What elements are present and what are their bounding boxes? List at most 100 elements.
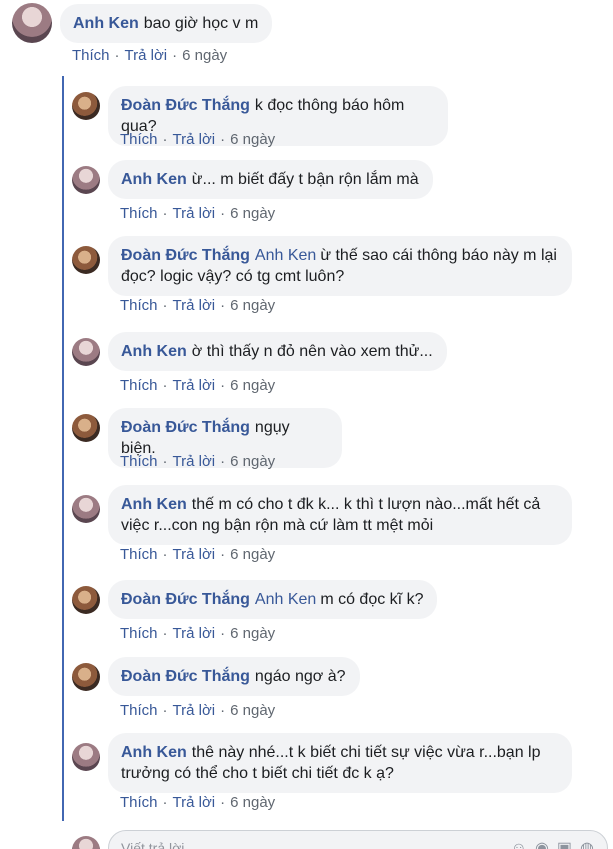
comment-bubble: Anh Ken bao giờ học v m [60,4,273,43]
reply-comment: Anh Ken ừ... m biết đấy t bận rộn lắm mà T… [72,160,592,230]
timestamp[interactable]: 6 ngày [230,131,275,148]
separator: · [162,377,168,394]
avatar[interactable] [72,246,100,274]
sticker-icon[interactable]: ◍ [580,840,602,849]
separator: · [162,625,168,642]
avatar[interactable] [72,743,100,771]
comment-text: ờ thì thấy n đỏ nên vào xem thử... [191,343,433,360]
mention-link[interactable]: Anh Ken [255,247,316,264]
timestamp[interactable]: 6 ngày [230,625,275,642]
like-link[interactable]: Thích [120,625,158,642]
comment-actions: Thích · Trả lời · 6 ngày [120,377,275,395]
reply-comment: Đoàn Đức Thắng ngáo ngơ à? Thích · Trả lời · 6… [72,657,592,727]
comment-actions: Thích · Trả lời · 6 ngày [120,702,275,720]
comment-author[interactable]: Anh Ken [121,171,187,188]
comment-author[interactable]: Đoàn Đức Thắng [121,591,250,608]
avatar[interactable] [12,3,52,43]
avatar[interactable] [72,338,100,366]
reply-link[interactable]: Trả lời [125,47,168,64]
timestamp[interactable]: 6 ngày [230,794,275,811]
reply-link[interactable]: Trả lời [173,702,216,719]
like-link[interactable]: Thích [120,205,158,222]
timestamp[interactable]: 6 ngày [230,205,275,222]
separator: · [220,377,226,394]
avatar [72,836,100,849]
comment-author[interactable]: Đoàn Đức Thắng [121,97,250,114]
reply-thread-line [62,76,64,821]
avatar[interactable] [72,166,100,194]
timestamp[interactable]: 6 ngày [230,377,275,394]
comment-actions: Thích · Trả lời · 6 ngày [120,625,275,643]
reply-link[interactable]: Trả lời [173,625,216,642]
comment-actions: Thích · Trả lời · 6 ngày [120,205,275,223]
reply-link[interactable]: Trả lời [173,131,216,148]
comment-text: m có đọc kĩ k? [320,591,424,608]
top-comment: Anh Ken bao giờ học v m Thích · Trả lời · 6 n… [12,3,612,73]
composer-icons: ☺◉▣◍ [511,838,602,849]
mention-link[interactable]: Anh Ken [255,591,316,608]
separator: · [162,453,168,470]
comment-text: ngáo ngơ à? [254,668,346,685]
like-link[interactable]: Thích [120,702,158,719]
separator: · [220,625,226,642]
reply-comment: Đoàn Đức Thắng ngụy biện. Thích · Trả lời · 6 … [72,408,592,478]
comment-bubble: Anh Ken ờ thì thấy n đỏ nên vào xem thử..… [108,332,447,371]
separator: · [162,702,168,719]
comment-author[interactable]: Anh Ken [121,496,187,513]
avatar[interactable] [72,663,100,691]
separator: · [220,297,226,314]
timestamp[interactable]: 6 ngày [230,702,275,719]
timestamp[interactable]: 6 ngày [230,453,275,470]
reply-link[interactable]: Trả lời [173,794,216,811]
separator: · [162,297,168,314]
reply-link[interactable]: Trả lời [173,377,216,394]
reply-comment: Đoàn Đức Thắng Anh Ken m có đọc kĩ k? Thích… [72,580,592,650]
comment-author[interactable]: Đoàn Đức Thắng [121,419,250,436]
camera-icon[interactable]: ◉ [535,840,557,849]
separator: · [114,47,120,64]
reply-comment: Anh Ken ờ thì thấy n đỏ nên vào xem thử..… [72,332,592,402]
comment-actions: Thích · Trả lời · 6 ngày [120,131,275,149]
like-link[interactable]: Thích [120,546,158,563]
emoji-icon[interactable]: ☺ [511,840,535,849]
comment-author[interactable]: Anh Ken [121,744,187,761]
comment-actions: Thích · Trả lời · 6 ngày [120,546,275,564]
separator: · [172,47,178,64]
avatar[interactable] [72,586,100,614]
reply-link[interactable]: Trả lời [173,453,216,470]
like-link[interactable]: Thích [120,377,158,394]
comment-author[interactable]: Anh Ken [73,15,139,32]
timestamp[interactable]: 6 ngày [230,546,275,563]
gif-icon[interactable]: ▣ [557,840,580,849]
comment-author[interactable]: Đoàn Đức Thắng [121,247,250,264]
reply-comment: Anh Ken thế m có cho t đk k... k thì t lư… [72,485,592,571]
like-link[interactable]: Thích [72,47,110,64]
avatar[interactable] [72,414,100,442]
reply-link[interactable]: Trả lời [173,205,216,222]
timestamp[interactable]: 6 ngày [230,297,275,314]
comment-actions: Thích · Trả lời · 6 ngày [120,794,275,812]
timestamp[interactable]: 6 ngày [182,47,227,64]
reply-comment: Đoàn Đức Thắng Anh Ken ừ thế sao cái thông… [72,236,592,322]
comment-bubble: Đoàn Đức Thắng Anh Ken m có đọc kĩ k? [108,580,438,619]
avatar[interactable] [72,495,100,523]
reply-link[interactable]: Trả lời [173,297,216,314]
reply-link[interactable]: Trả lời [173,546,216,563]
separator: · [220,702,226,719]
like-link[interactable]: Thích [120,297,158,314]
comment-author[interactable]: Anh Ken [121,343,187,360]
comment-bubble: Đoàn Đức Thắng Anh Ken ừ thế sao cái thông… [108,236,572,296]
like-link[interactable]: Thích [120,794,158,811]
like-link[interactable]: Thích [120,453,158,470]
comment-actions: Thích · Trả lời · 6 ngày [120,453,275,471]
comment-author[interactable]: Đoàn Đức Thắng [121,668,250,685]
separator: · [220,794,226,811]
reply-composer: Viết trả lời... ☺◉▣◍ [72,830,608,849]
separator: · [162,546,168,563]
separator: · [220,546,226,563]
comment-bubble: Anh Ken ừ... m biết đấy t bận rộn lắm mà [108,160,433,199]
avatar[interactable] [72,92,100,120]
like-link[interactable]: Thích [120,131,158,148]
separator: · [220,131,226,148]
separator: · [220,453,226,470]
